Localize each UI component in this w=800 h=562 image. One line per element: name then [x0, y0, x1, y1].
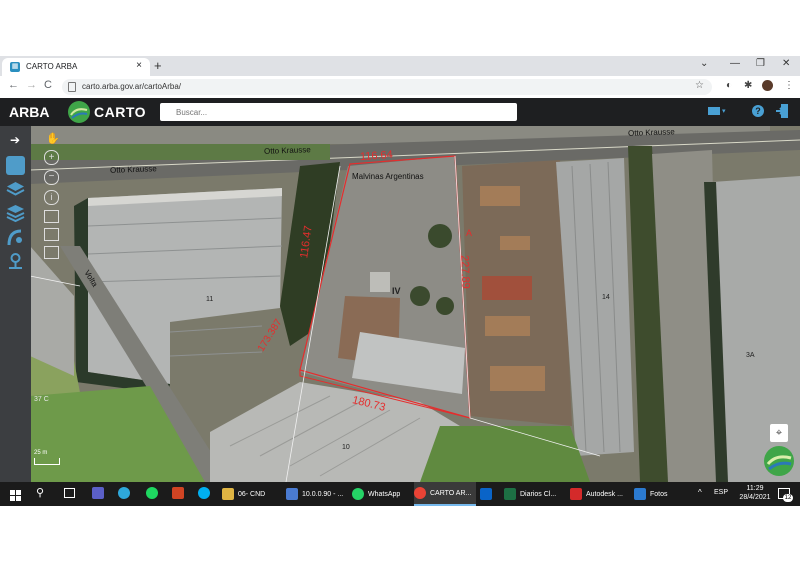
taskbar-item-label: CARTO AR...	[430, 489, 472, 497]
outlook-icon	[480, 488, 492, 500]
teams-icon[interactable]	[92, 487, 104, 499]
block-label: A	[466, 228, 473, 238]
tab-search-icon[interactable]: ⌄	[700, 58, 708, 69]
layers-icon[interactable]	[6, 180, 25, 199]
base-layers-icon[interactable]	[6, 204, 25, 223]
address-bar[interactable]: carto.arba.gov.ar/cartoArba/ ☆	[62, 79, 712, 95]
scale-bar	[34, 458, 60, 465]
draw-icon[interactable]	[44, 246, 59, 259]
carto-logo-text: CARTO	[94, 104, 147, 120]
zoom-out-icon[interactable]: −	[44, 170, 59, 185]
measure-icon[interactable]	[44, 210, 59, 223]
powerpoint-icon[interactable]	[172, 487, 184, 499]
notification-count-badge: 12	[783, 494, 793, 502]
taskbar-item-label: Fotos	[650, 490, 668, 498]
taskbar-item[interactable]: Autodesk ...	[570, 482, 630, 506]
expand-sidebar-icon[interactable]: ➔	[10, 133, 20, 147]
tab-title: CARTO ARBA	[26, 62, 78, 71]
new-tab-button[interactable]: +	[154, 58, 162, 73]
mail-dropdown-icon[interactable]: ▾	[722, 107, 726, 115]
help-icon[interactable]: ?	[752, 105, 764, 117]
taskbar-item-label: Autodesk ...	[586, 490, 623, 498]
taskbar-item[interactable]	[480, 482, 498, 506]
excel-icon	[504, 488, 516, 500]
info-icon[interactable]: i	[44, 190, 59, 205]
street-label: Malvinas Argentinas	[352, 172, 424, 181]
clock-date: 28/4/2021	[739, 494, 771, 501]
block-label: 10	[342, 444, 350, 451]
taskbar-item[interactable]: 10.0.0.90 - ...	[286, 482, 348, 506]
carto-favicon-icon: ▦	[10, 62, 20, 72]
photos-icon	[634, 488, 646, 500]
taskbar-item-active[interactable]: CARTO AR...	[414, 482, 476, 506]
block-label: 14	[602, 294, 610, 301]
carto-globe-icon[interactable]	[764, 446, 794, 476]
taskbar-item-label: Diarios Cl...	[520, 490, 557, 498]
chrome-icon	[414, 487, 426, 499]
back-icon[interactable]: ←	[8, 79, 19, 91]
pan-hand-icon[interactable]: ✋	[46, 132, 60, 145]
satellite-map[interactable]: Otto Krausse Otto Krausse Otto Krausse M…	[0, 126, 800, 482]
autodesk-icon	[570, 488, 582, 500]
mail-icon[interactable]	[708, 107, 720, 115]
spotify-icon[interactable]	[146, 487, 158, 499]
window-close-icon[interactable]: ✕	[782, 58, 790, 69]
geo-tool-icon[interactable]	[6, 228, 25, 247]
task-view-icon[interactable]	[64, 488, 75, 498]
minimize-icon[interactable]: —	[730, 58, 740, 69]
taskbar-item[interactable]: WhatsApp	[352, 482, 412, 506]
dimension-label: 116.64	[359, 148, 394, 164]
clock-time: 11:29	[746, 485, 764, 492]
address-url: carto.arba.gov.ar/cartoArba/	[82, 82, 182, 91]
taskbar-item-label: WhatsApp	[368, 490, 401, 498]
locate-me-icon[interactable]: ⌖	[770, 424, 788, 442]
print-icon[interactable]	[44, 228, 59, 241]
block-label: IV	[392, 286, 401, 296]
arba-logo[interactable]: ARBA	[9, 104, 49, 120]
search-input[interactable]	[160, 103, 517, 121]
tray-chevron-icon[interactable]: ^	[698, 488, 702, 497]
binoculars-icon[interactable]	[6, 156, 25, 175]
temperature-readout: 37 C	[34, 396, 49, 403]
skype-icon[interactable]	[198, 487, 210, 499]
language-indicator[interactable]: ESP	[714, 489, 728, 496]
edge-icon[interactable]	[118, 487, 130, 499]
taskbar-item[interactable]: Diarios Cl...	[504, 482, 564, 506]
clock[interactable]: 11:29 28/4/2021	[736, 484, 774, 502]
dimension-label: 227.89	[458, 254, 472, 290]
lock-icon	[68, 82, 76, 92]
bookmark-star-icon[interactable]: ☆	[695, 80, 704, 91]
block-label: 3A	[746, 352, 755, 359]
extension-icon[interactable]: ◐	[726, 80, 732, 91]
logout-icon[interactable]	[775, 103, 789, 119]
taskbar-item-label: 10.0.0.90 - ...	[302, 490, 344, 498]
reload-icon[interactable]: C	[44, 79, 52, 91]
taskbar-item[interactable]: 06- CND	[222, 482, 282, 506]
zoom-in-icon[interactable]: +	[44, 150, 59, 165]
forward-icon[interactable]: →	[26, 79, 37, 91]
street-label: Otto Krausse	[263, 145, 311, 156]
location-person-icon[interactable]	[6, 252, 25, 271]
puzzle-icon[interactable]: ✱	[744, 80, 752, 91]
taskbar-item[interactable]: Fotos	[634, 482, 682, 506]
remote-desktop-icon	[286, 488, 298, 500]
whatsapp-icon	[352, 488, 364, 500]
browser-tab[interactable]: ▦ CARTO ARBA ×	[2, 58, 150, 76]
scale-label: 25 m	[34, 450, 48, 456]
folder-icon	[222, 488, 234, 500]
block-label: 11	[206, 296, 214, 303]
profile-avatar[interactable]	[762, 80, 773, 91]
taskbar-item-label: 06- CND	[238, 490, 266, 498]
carto-globe-icon	[68, 101, 90, 123]
street-label: Otto Krausse	[109, 164, 157, 175]
maximize-icon[interactable]: ❐	[756, 58, 765, 69]
windows-start-icon[interactable]	[10, 488, 21, 501]
street-label: Otto Krausse	[627, 127, 675, 138]
tab-close-icon[interactable]: ×	[136, 60, 142, 71]
search-icon[interactable]: ⚲	[36, 486, 44, 499]
menu-dots-icon[interactable]: ⋮	[784, 80, 794, 91]
